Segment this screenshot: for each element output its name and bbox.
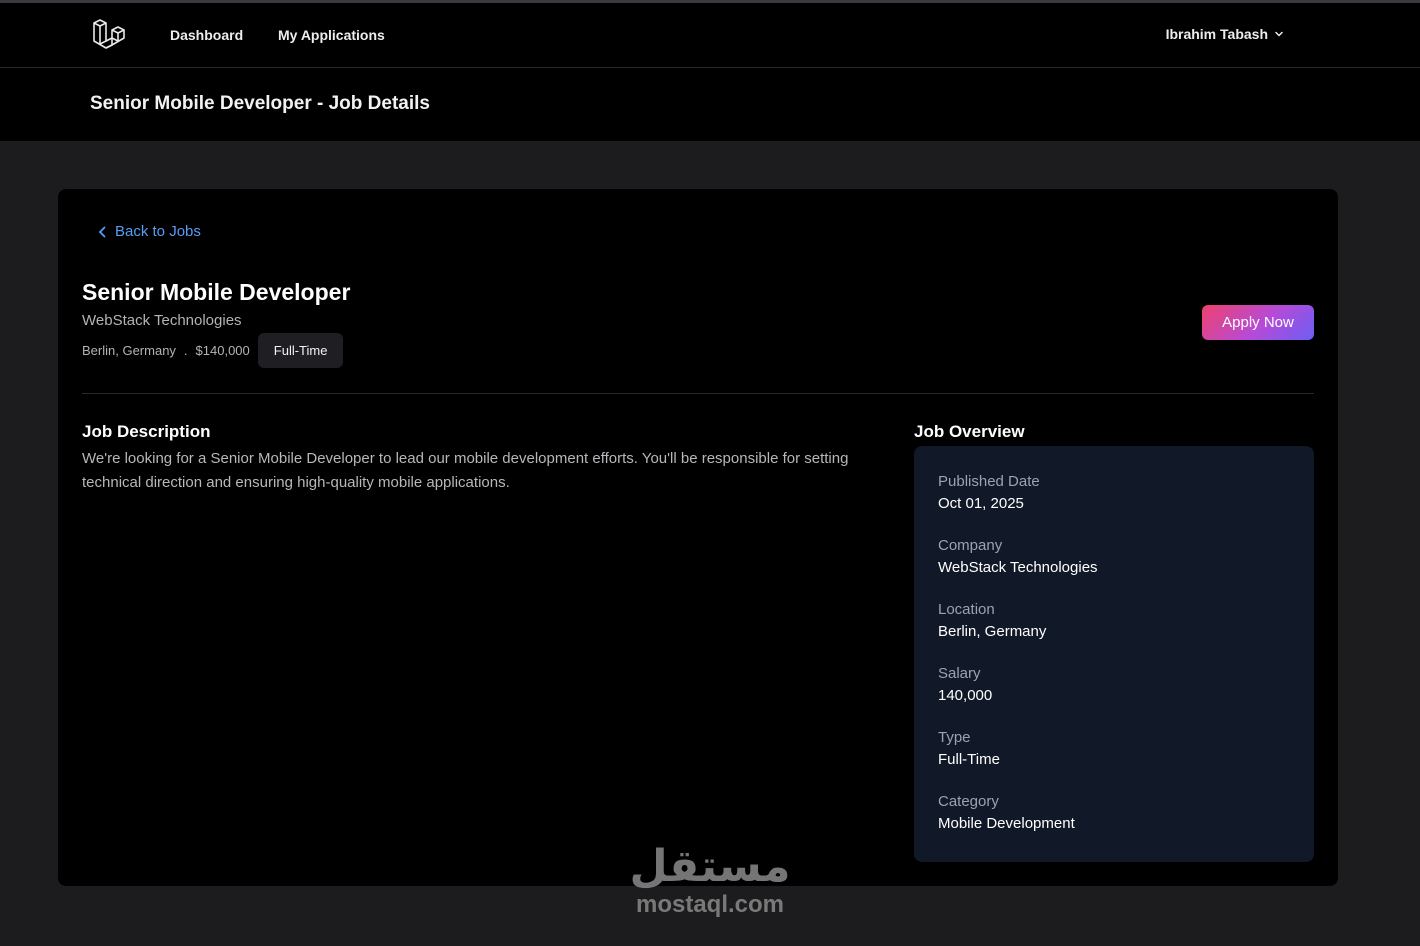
overview-value: Berlin, Germany [938, 623, 1047, 640]
overview-label: Published Date [938, 473, 1040, 490]
job-overview-panel: Published Date Oct 01, 2025 Company WebS… [914, 446, 1314, 862]
overview-item-category: Category Mobile Development [938, 792, 1290, 856]
back-to-jobs-label: Back to Jobs [115, 223, 201, 240]
job-salary: $140,000 [195, 343, 250, 358]
meta-separator: . [183, 343, 188, 358]
job-location: Berlin, Germany [82, 343, 176, 358]
overview-label: Company [938, 537, 1003, 554]
overview-item-type: Type Full-Time [938, 728, 1290, 792]
overview-label: Location [938, 601, 995, 618]
chevron-down-icon [1275, 31, 1283, 37]
page-title: Senior Mobile Developer - Job Details [90, 93, 430, 114]
job-company: WebStack Technologies [82, 312, 242, 329]
overview-label: Salary [938, 665, 981, 682]
page-header: Senior Mobile Developer - Job Details [0, 68, 1420, 141]
overview-label: Category [938, 793, 999, 810]
overview-value: Mobile Development [938, 815, 1075, 832]
watermark-latin: mostaql.com [635, 891, 785, 918]
job-details-card: Back to Jobs Senior Mobile Developer Web… [58, 189, 1338, 886]
user-menu-dropdown[interactable]: Ibrahim Tabash [1166, 26, 1284, 42]
laravel-logo-icon[interactable] [92, 17, 126, 53]
overview-item-company: Company WebStack Technologies [938, 536, 1290, 600]
apply-now-button[interactable]: Apply Now [1202, 305, 1314, 340]
job-description-heading: Job Description [82, 422, 211, 441]
job-description-text: We're looking for a Senior Mobile Develo… [82, 450, 849, 491]
overview-value: Full-Time [938, 751, 1000, 768]
overview-label: Type [938, 729, 971, 746]
overview-item-published-date: Published Date Oct 01, 2025 [938, 472, 1290, 536]
job-meta-row: Berlin, Germany . $140,000 Full-Time [82, 333, 344, 368]
job-overview-heading: Job Overview [914, 422, 1025, 441]
watermark-arabic: مستقل [629, 841, 791, 892]
chevron-left-icon [98, 226, 106, 237]
job-type-badge: Full-Time [257, 333, 344, 368]
overview-item-location: Location Berlin, Germany [938, 600, 1290, 664]
overview-value: Oct 01, 2025 [938, 495, 1024, 512]
nav-link-dashboard[interactable]: Dashboard [170, 27, 243, 43]
top-navbar: Dashboard My Applications Ibrahim Tabash [0, 3, 1420, 68]
mostaql-watermark: مستقل mostaql.com [620, 842, 800, 918]
section-divider [82, 393, 1314, 394]
overview-item-salary: Salary 140,000 [938, 664, 1290, 728]
job-title: Senior Mobile Developer [82, 279, 351, 305]
overview-value: WebStack Technologies [938, 559, 1098, 576]
nav-link-my-applications[interactable]: My Applications [278, 27, 385, 43]
overview-value: 140,000 [938, 687, 993, 704]
user-name: Ibrahim Tabash [1165, 26, 1268, 42]
back-to-jobs-link[interactable]: Back to Jobs [98, 223, 201, 240]
